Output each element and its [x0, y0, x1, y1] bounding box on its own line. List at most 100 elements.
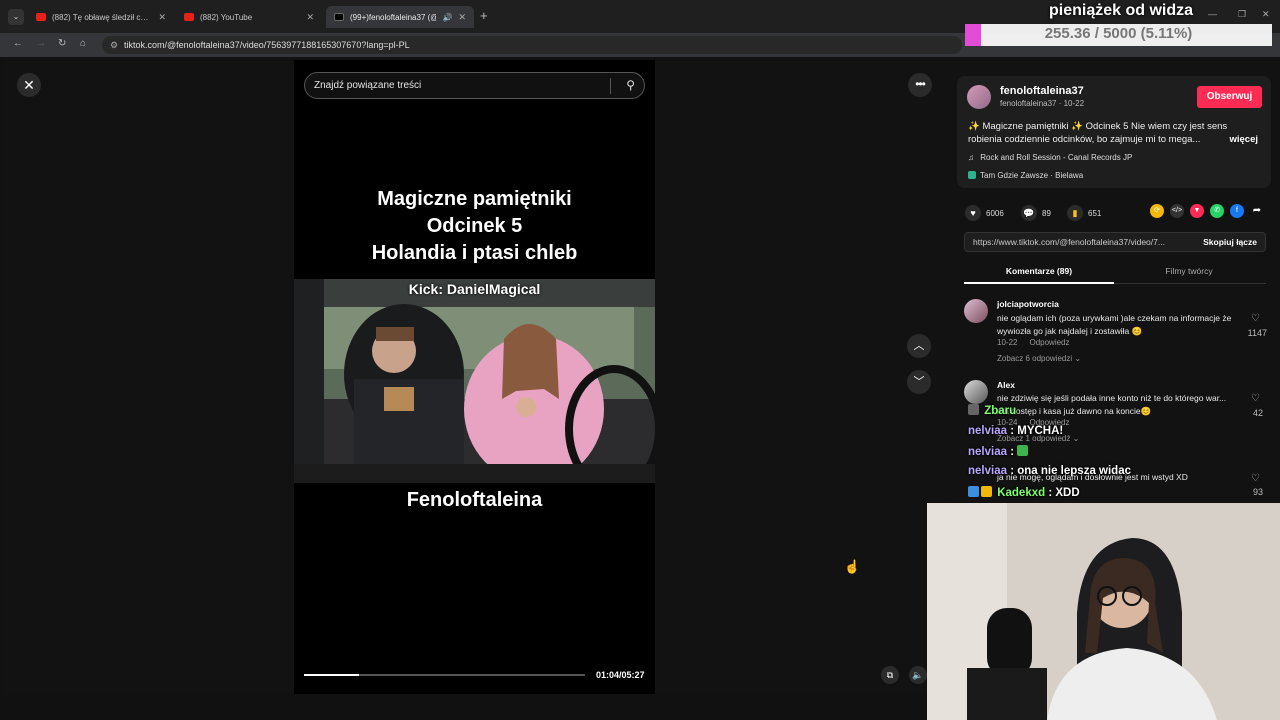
new-tab-button[interactable]: +	[480, 8, 488, 23]
tab-title: (882) Tę obławę śledził cały świat	[52, 12, 150, 22]
close-tab-icon[interactable]: ✕	[306, 12, 314, 23]
search-icon[interactable]: ⚲	[626, 73, 635, 98]
video-description: ✨ Magiczne pamiętniki ✨ Odcinek 5 Nie wi…	[968, 120, 1260, 146]
home-icon[interactable]: ⌂	[80, 38, 86, 49]
bookmark-icon: ▮	[1067, 205, 1083, 221]
music-title: Rock and Roll Session - Canal Records JP	[980, 153, 1133, 162]
title-line-1: Magiczne pamiętniki	[377, 188, 572, 210]
chat-text: MYCHA!	[1017, 425, 1064, 437]
title-line-2: Odcinek 5	[426, 215, 523, 237]
comment-stat[interactable]: 💬 89	[1021, 205, 1051, 221]
close-video-button[interactable]: ✕	[17, 73, 41, 97]
search-placeholder: Znajdź powiązane treści	[314, 80, 422, 91]
chat-message: nelviaa : MYCHA!	[968, 425, 1064, 437]
url-field[interactable]: ⚙ tiktok.com/@fenoloftaleina37/video/756…	[102, 36, 962, 54]
author-avatar[interactable]	[967, 85, 991, 109]
tab-creator-videos[interactable]: Filmy twórcy	[1114, 262, 1264, 284]
heart-icon: ♥	[965, 205, 981, 221]
chat-badge-icon	[968, 404, 979, 415]
chat-username: Zbaru	[984, 405, 1017, 417]
save-count: 651	[1088, 208, 1102, 218]
chevron-down-icon: ⌄	[1074, 354, 1082, 363]
share-arrow-icon[interactable]: ➦	[1250, 204, 1264, 218]
site-info-icon[interactable]: ⚙	[110, 36, 118, 54]
chat-emote-icon	[1017, 445, 1029, 456]
copy-link-button[interactable]: Skopiuj łącze	[1203, 237, 1257, 247]
donation-goal-title: pieniążek od widza	[1049, 2, 1194, 19]
search-divider	[610, 78, 611, 94]
comment-count: 89	[1042, 208, 1051, 218]
next-video-button[interactable]: ﹀	[907, 370, 931, 394]
chat-text: XDD	[1055, 487, 1080, 499]
chat-message: Kadekxd : XDD	[968, 486, 1080, 499]
video-title-overlay: Magiczne pamiętniki Odcinek 5 Holandia i…	[294, 186, 655, 267]
send-icon[interactable]: ▼	[1190, 204, 1204, 218]
previous-video-button[interactable]: ︿	[907, 334, 931, 358]
tab-3-active[interactable]: (99+)fenoloftaleina37 (@fe... 🔊 ✕	[326, 6, 474, 28]
whatsapp-icon[interactable]: ✆	[1210, 204, 1224, 218]
close-tab-icon[interactable]: ✕	[158, 12, 166, 23]
tab-title: (882) YouTube	[200, 12, 253, 22]
streamer-webcam	[927, 503, 1280, 720]
comment-username[interactable]: jolciapotworcia	[997, 299, 1059, 309]
chat-badge-icon	[981, 486, 992, 497]
close-tab-icon[interactable]: ✕	[458, 12, 466, 23]
embed-icon[interactable]: </>	[1170, 204, 1184, 218]
location-row[interactable]: Tam Gdzie Zawsze · Bielawa	[968, 171, 1083, 180]
chat-text: ona nie lepsza widac	[1017, 465, 1131, 477]
facebook-icon[interactable]: f	[1230, 204, 1244, 218]
tiktok-icon	[334, 13, 344, 21]
comment-like-icon[interactable]: ♡	[1251, 393, 1260, 404]
chat-message: Zbaru	[968, 404, 1016, 417]
donation-goal-text: 255.36 / 5000 (5.11%)	[1044, 25, 1193, 42]
reload-icon[interactable]: ↻	[58, 38, 66, 49]
chat-message: nelviaa : ona nie lepsza widac	[968, 465, 1131, 477]
maximize-icon[interactable]: ❐	[1238, 9, 1246, 20]
more-link[interactable]: więcej	[1229, 133, 1258, 146]
tab-comments[interactable]: Komentarze (89)	[964, 262, 1114, 284]
minimize-icon[interactable]: —	[1208, 9, 1217, 19]
pip-icon[interactable]: ⧉	[881, 666, 899, 684]
view-replies-link[interactable]: Zobacz 6 odpowiedzi ⌄	[997, 354, 1081, 363]
chat-username: nelviaa	[968, 465, 1007, 477]
car-interior-image	[294, 279, 655, 483]
repost-icon[interactable]: ⟳	[1150, 204, 1164, 218]
follow-button[interactable]: Obserwuj	[1197, 86, 1262, 108]
comment-like-count: 1147	[1247, 328, 1267, 338]
like-stat[interactable]: ♥ 6006	[965, 205, 1004, 221]
video-progress-bar[interactable]	[304, 674, 585, 676]
comment-avatar[interactable]	[964, 299, 988, 323]
like-count: 6006	[986, 208, 1004, 218]
back-icon[interactable]: ←	[13, 38, 23, 49]
video-progress-fill	[304, 674, 360, 676]
comment-username[interactable]: Alex	[997, 380, 1015, 390]
tab-1[interactable]: (882) Tę obławę śledził cały świat ✕	[28, 6, 174, 28]
music-row[interactable]: ♫ Rock and Roll Session - Canal Records …	[968, 153, 1132, 162]
tab-2[interactable]: (882) YouTube ✕	[176, 6, 322, 28]
chevron-down-icon: ⌄	[1072, 434, 1080, 443]
share-link-row: https://www.tiktok.com/@fenoloftaleina37…	[964, 232, 1266, 252]
reply-link[interactable]: Odpowiedz	[1029, 338, 1069, 347]
speaker-icon[interactable]: 🔊	[442, 13, 452, 22]
webcam-image	[927, 503, 1280, 720]
comment-avatar[interactable]	[964, 380, 988, 404]
comment-date: 10-22	[997, 338, 1018, 347]
location-text: Tam Gdzie Zawsze · Bielawa	[980, 171, 1084, 180]
chat-username: Kadekxd	[997, 487, 1046, 499]
forward-icon[interactable]: →	[36, 38, 46, 49]
music-note-icon: ♫	[968, 153, 974, 162]
close-window-icon[interactable]: ✕	[1262, 9, 1270, 20]
video-time: 01:04/05:27	[596, 670, 645, 680]
comment-like-icon[interactable]: ♡	[1251, 473, 1260, 484]
related-search-input[interactable]: Znajdź powiązane treści ⚲	[304, 72, 645, 99]
tab-search-button[interactable]: ⌄	[8, 9, 24, 25]
save-stat[interactable]: ▮ 651	[1067, 205, 1101, 221]
comment-like-count: 42	[1252, 408, 1263, 418]
more-options-button[interactable]: •••	[908, 73, 932, 97]
share-link-url[interactable]: https://www.tiktok.com/@fenoloftaleina37…	[973, 237, 1165, 247]
chat-badge-icon	[968, 486, 979, 497]
author-name[interactable]: fenoloftaleina37	[1000, 85, 1084, 97]
volume-icon[interactable]: 🔈	[909, 666, 927, 684]
comment-like-icon[interactable]: ♡	[1251, 313, 1260, 324]
chat-username: nelviaa	[968, 446, 1007, 458]
